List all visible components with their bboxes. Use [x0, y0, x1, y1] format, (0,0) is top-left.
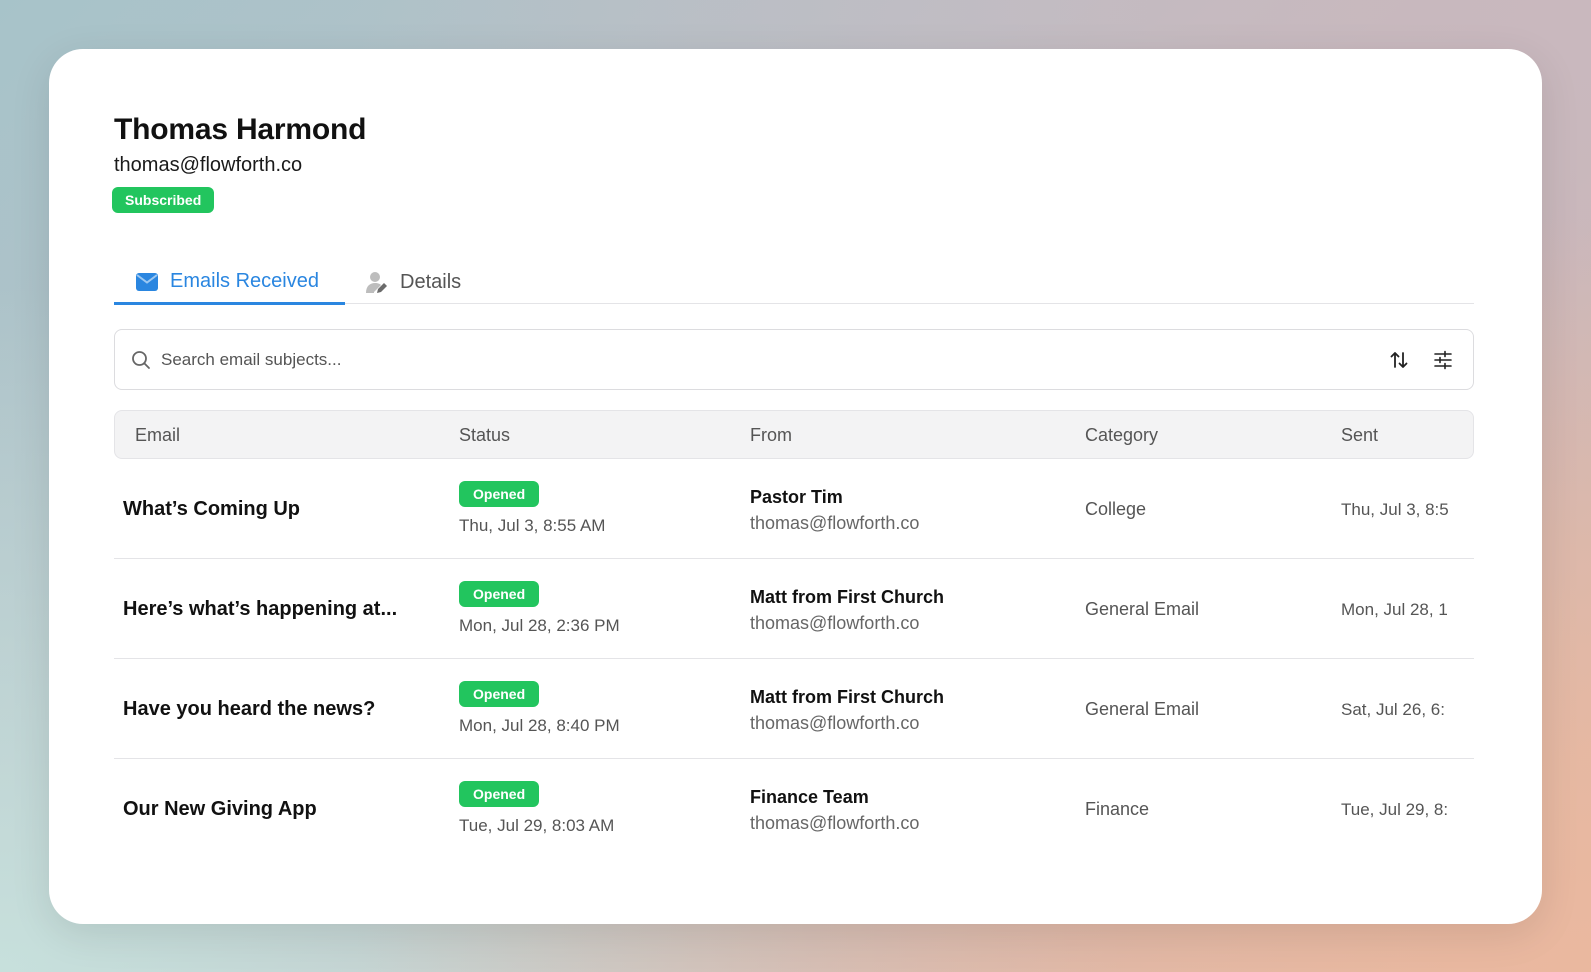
subscribed-badge: Subscribed: [112, 187, 215, 213]
filter-button[interactable]: [1429, 346, 1457, 374]
status-cell: Opened Mon, Jul 28, 8:40 PM: [459, 681, 620, 736]
sent-cell: Tue, Jul 29, 8:: [1341, 800, 1449, 819]
column-header-category[interactable]: Category: [1085, 425, 1158, 446]
tab-details[interactable]: Details: [366, 261, 461, 304]
from-email: thomas@flowforth.co: [750, 513, 920, 533]
from-cell: Finance Team thomas@flowforth.co: [750, 787, 919, 834]
tab-details-label: Details: [400, 271, 462, 293]
envelope-icon: [136, 272, 158, 291]
from-name: Pastor Tim: [750, 487, 843, 507]
from-email: thomas@flowforth.co: [750, 813, 920, 833]
sent-cell: Mon, Jul 28, 1: [1341, 600, 1448, 619]
emails-table: Email Status From Category Sent What’s C…: [114, 410, 1474, 859]
search-icon: [131, 350, 151, 370]
user-edit-icon: [366, 271, 388, 295]
contact-name: Thomas Harmond: [114, 113, 367, 146]
from-cell: Matt from First Church thomas@flowforth.…: [750, 687, 944, 734]
profile-header: Thomas Harmond thomas@flowforth.co Subsc…: [112, 113, 367, 213]
sliders-icon: [1434, 350, 1452, 369]
table-row[interactable]: Our New Giving App Opened Tue, Jul 29, 8…: [114, 759, 1474, 859]
category-cell: General Email: [1085, 599, 1200, 619]
contact-card: Thomas Harmond thomas@flowforth.co Subsc…: [49, 49, 1542, 924]
status-date: Mon, Jul 28, 8:40 PM: [459, 716, 620, 735]
email-subject: Our New Giving App: [123, 798, 317, 820]
status-cell: Opened Mon, Jul 28, 2:36 PM: [459, 581, 620, 636]
sort-button[interactable]: [1385, 346, 1413, 374]
search-input[interactable]: [161, 349, 1385, 370]
table-row[interactable]: What’s Coming Up Opened Thu, Jul 3, 8:55…: [114, 459, 1474, 559]
from-name: Matt from First Church: [750, 587, 945, 607]
from-email: thomas@flowforth.co: [750, 613, 920, 633]
from-cell: Matt from First Church thomas@flowforth.…: [750, 587, 944, 634]
tab-emails-received-label: Emails Received: [170, 270, 319, 292]
opened-badge: Opened: [459, 781, 540, 807]
from-email: thomas@flowforth.co: [750, 713, 920, 733]
email-subject: Here’s what’s happening at...: [123, 598, 398, 620]
table-row[interactable]: Have you heard the news? Opened Mon, Jul…: [114, 659, 1474, 759]
status-date: Tue, Jul 29, 8:03 AM: [459, 816, 615, 835]
opened-badge: Opened: [459, 481, 540, 507]
opened-badge: Opened: [459, 581, 540, 607]
sent-cell: Thu, Jul 3, 8:5: [1341, 500, 1449, 519]
table-row[interactable]: Here’s what’s happening at... Opened Mon…: [114, 559, 1474, 659]
email-subject: Have you heard the news?: [123, 698, 376, 720]
category-cell: College: [1085, 499, 1147, 519]
opened-badge: Opened: [459, 681, 540, 707]
sent-cell: Sat, Jul 26, 6:: [1341, 700, 1445, 719]
column-header-email[interactable]: Email: [135, 425, 180, 446]
category-cell: Finance: [1085, 799, 1150, 819]
from-name: Finance Team: [750, 787, 869, 807]
table-header: Email Status From Category Sent: [114, 410, 1474, 459]
tab-emails-received[interactable]: Emails Received: [114, 261, 345, 305]
tab-bar: Emails Received Details: [114, 261, 1474, 305]
email-subject: What’s Coming Up: [123, 498, 301, 520]
status-cell: Opened Tue, Jul 29, 8:03 AM: [459, 781, 614, 836]
status-cell: Opened Thu, Jul 3, 8:55 AM: [459, 481, 605, 536]
sort-arrows-icon: [1390, 351, 1408, 368]
status-date: Thu, Jul 3, 8:55 AM: [459, 516, 606, 535]
column-header-sent[interactable]: Sent: [1341, 425, 1378, 446]
status-date: Mon, Jul 28, 2:36 PM: [459, 616, 620, 635]
search-bar: [114, 329, 1474, 390]
category-cell: General Email: [1085, 699, 1200, 719]
column-header-from[interactable]: From: [750, 425, 792, 446]
from-name: Matt from First Church: [750, 687, 945, 707]
column-header-status[interactable]: Status: [459, 425, 510, 446]
contact-email: thomas@flowforth.co: [114, 154, 303, 176]
from-cell: Pastor Tim thomas@flowforth.co: [750, 487, 919, 534]
